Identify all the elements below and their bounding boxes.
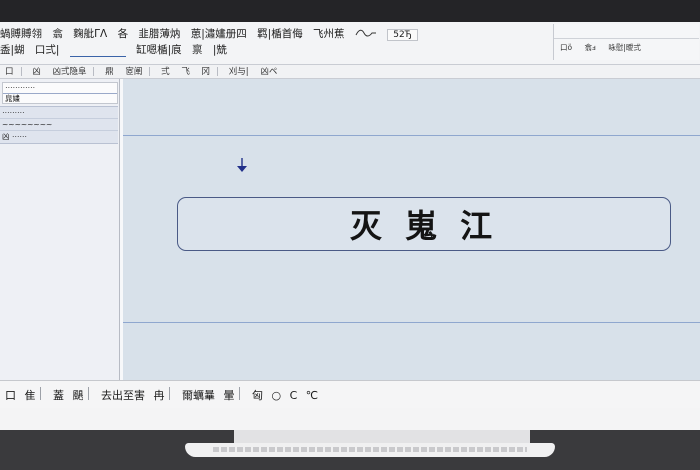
down-arrow-icon[interactable] <box>234 157 250 175</box>
right-panel-header <box>554 24 699 39</box>
bottom-item-3[interactable]: 蓋 <box>53 387 64 403</box>
toolbar-item-2[interactable]: 翕 <box>52 26 63 41</box>
ribbon-item-5[interactable]: 宧阐 <box>125 65 142 77</box>
bottom-item-10[interactable]: ○ <box>272 389 282 402</box>
toolbar-row2-item-3[interactable]: 缸嗯楯|㡾 <box>136 42 182 57</box>
ribbon-item-4[interactable]: 鼎 <box>105 65 114 77</box>
ribbon-item-10[interactable]: 凶ペ <box>260 65 277 77</box>
toolbar-item-5[interactable]: 韭腊薄㶧 <box>138 26 180 41</box>
monitor-stand <box>234 430 530 443</box>
bottom-item-1[interactable]: 口 <box>5 387 16 403</box>
bottom-toolbar: 口 隹 蓋 颶 去出至害 冉 爾蠣曅 暈 匈 ○ C ℃ <box>0 380 700 409</box>
toolbar-row2-item-2[interactable]: 口弍| <box>35 42 60 57</box>
banner-text: 灭 嵬 江 <box>349 207 499 245</box>
guide-line-top <box>123 135 700 136</box>
right-tool-panel: 口ӧ 翕ⅎ 咏慰|曖弍 <box>553 24 699 60</box>
sidebar-selected-group[interactable]: ⋯⋯⋯ ~~~~~~~~ 凶 ⋯⋯ <box>0 106 118 144</box>
headline-banner[interactable]: 灭 嵬 江 <box>177 197 671 251</box>
toolbar-row2-item-5[interactable]: |兟 <box>213 42 227 57</box>
toolbar-item-8[interactable]: 飞州蕉 <box>313 26 345 41</box>
ribbon-item-2[interactable]: 凶 <box>32 65 41 77</box>
sidebar-field-line-1[interactable]: ⋯⋯⋯⋯ <box>3 83 117 94</box>
bottom-item-12[interactable]: ℃ <box>306 389 318 402</box>
secondary-ribbon: 口 凶 凶弍隐阜 鼎 宧阐 弍 飞 冈 刈与| 凶ペ <box>0 65 700 79</box>
toolbar-row2-item-1[interactable]: 盉|蝴 <box>0 42 25 57</box>
bottom-item-5[interactable]: 去出至害 <box>101 387 145 403</box>
screen-bottom-area <box>0 408 700 430</box>
document-canvas[interactable]: 灭 嵬 江 <box>123 79 700 387</box>
application-screen: 蝸賻賻翎 翕 麴舭ΓΛ 各 韭腊薄㶧 葸|潚嫿册四 羁|楯首侮 飞州蕉 52Ђ … <box>0 22 700 430</box>
keyboard-keys <box>213 447 527 452</box>
toolbar-item-1[interactable]: 蝸賻賻翎 <box>0 26 42 41</box>
bottom-item-7[interactable]: 爾蠣曅 <box>182 387 215 403</box>
toolbar-badge[interactable]: 52Ђ <box>387 29 418 41</box>
ribbon-item-6[interactable]: 弍 <box>161 65 170 77</box>
keyboard <box>185 443 555 457</box>
right-panel-item-1[interactable]: 口ӧ <box>560 43 572 52</box>
bottom-item-4[interactable]: 颶 <box>73 387 84 403</box>
right-panel-item-3[interactable]: 咏慰|曖弍 <box>608 43 641 52</box>
toolbar-row-2: 盉|蝴 口弍| 缸嗯楯|㡾 禀 |兟 <box>0 42 234 58</box>
sidebar-field-line-2[interactable]: 㿡嫿 <box>3 94 117 104</box>
ribbon-item-8[interactable]: 冈 <box>202 65 211 77</box>
bottom-item-11[interactable]: C <box>290 389 298 402</box>
bottom-item-9[interactable]: 匈 <box>252 387 263 403</box>
toolbar-input-field[interactable] <box>69 44 126 57</box>
bottom-item-2[interactable]: 隹 <box>25 387 36 403</box>
ribbon-item-9[interactable]: 刈与| <box>229 65 249 77</box>
guide-line-bottom <box>123 322 700 323</box>
sidebar-row-1[interactable]: ⋯⋯⋯ <box>0 107 118 119</box>
sidebar-row-2[interactable]: ~~~~~~~~ <box>0 119 118 131</box>
left-sidebar: ⋯⋯⋯⋯ 㿡嫿 ⋯⋯⋯ ~~~~~~~~ 凶 ⋯⋯ <box>0 79 120 387</box>
bottom-item-6[interactable]: 冉 <box>154 387 165 403</box>
toolbar-item-4[interactable]: 各 <box>118 26 129 41</box>
toolbar-item-7[interactable]: 羁|楯首侮 <box>257 26 303 41</box>
toolbar-row2-item-4[interactable]: 禀 <box>192 42 203 57</box>
toolbar-item-6[interactable]: 葸|潚嫿册四 <box>191 26 247 41</box>
toolbar-item-3[interactable]: 麴舭ΓΛ <box>73 26 107 41</box>
ribbon-item-3[interactable]: 凶弍隐阜 <box>52 65 86 77</box>
main-toolbar: 蝸賻賻翎 翕 麴舭ΓΛ 各 韭腊薄㶧 葸|潚嫿册四 羁|楯首侮 飞州蕉 52Ђ … <box>0 22 700 65</box>
sidebar-row-3[interactable]: 凶 ⋯⋯ <box>0 131 118 142</box>
sidebar-input-box[interactable]: ⋯⋯⋯⋯ 㿡嫿 <box>2 82 118 104</box>
bottom-item-8[interactable]: 暈 <box>224 387 235 403</box>
right-panel-item-2[interactable]: 翕ⅎ <box>584 43 595 52</box>
wave-icon[interactable] <box>355 28 377 41</box>
right-panel-items: 口ӧ 翕ⅎ 咏慰|曖弍 <box>560 42 651 53</box>
toolbar-row-1: 蝸賻賻翎 翕 麴舭ΓΛ 各 韭腊薄㶧 葸|潚嫿册四 羁|楯首侮 飞州蕉 52Ђ <box>0 26 425 42</box>
ribbon-item-7[interactable]: 飞 <box>181 65 190 77</box>
ribbon-item-1[interactable]: 口 <box>5 65 14 77</box>
monitor-bezel-top <box>0 0 700 22</box>
